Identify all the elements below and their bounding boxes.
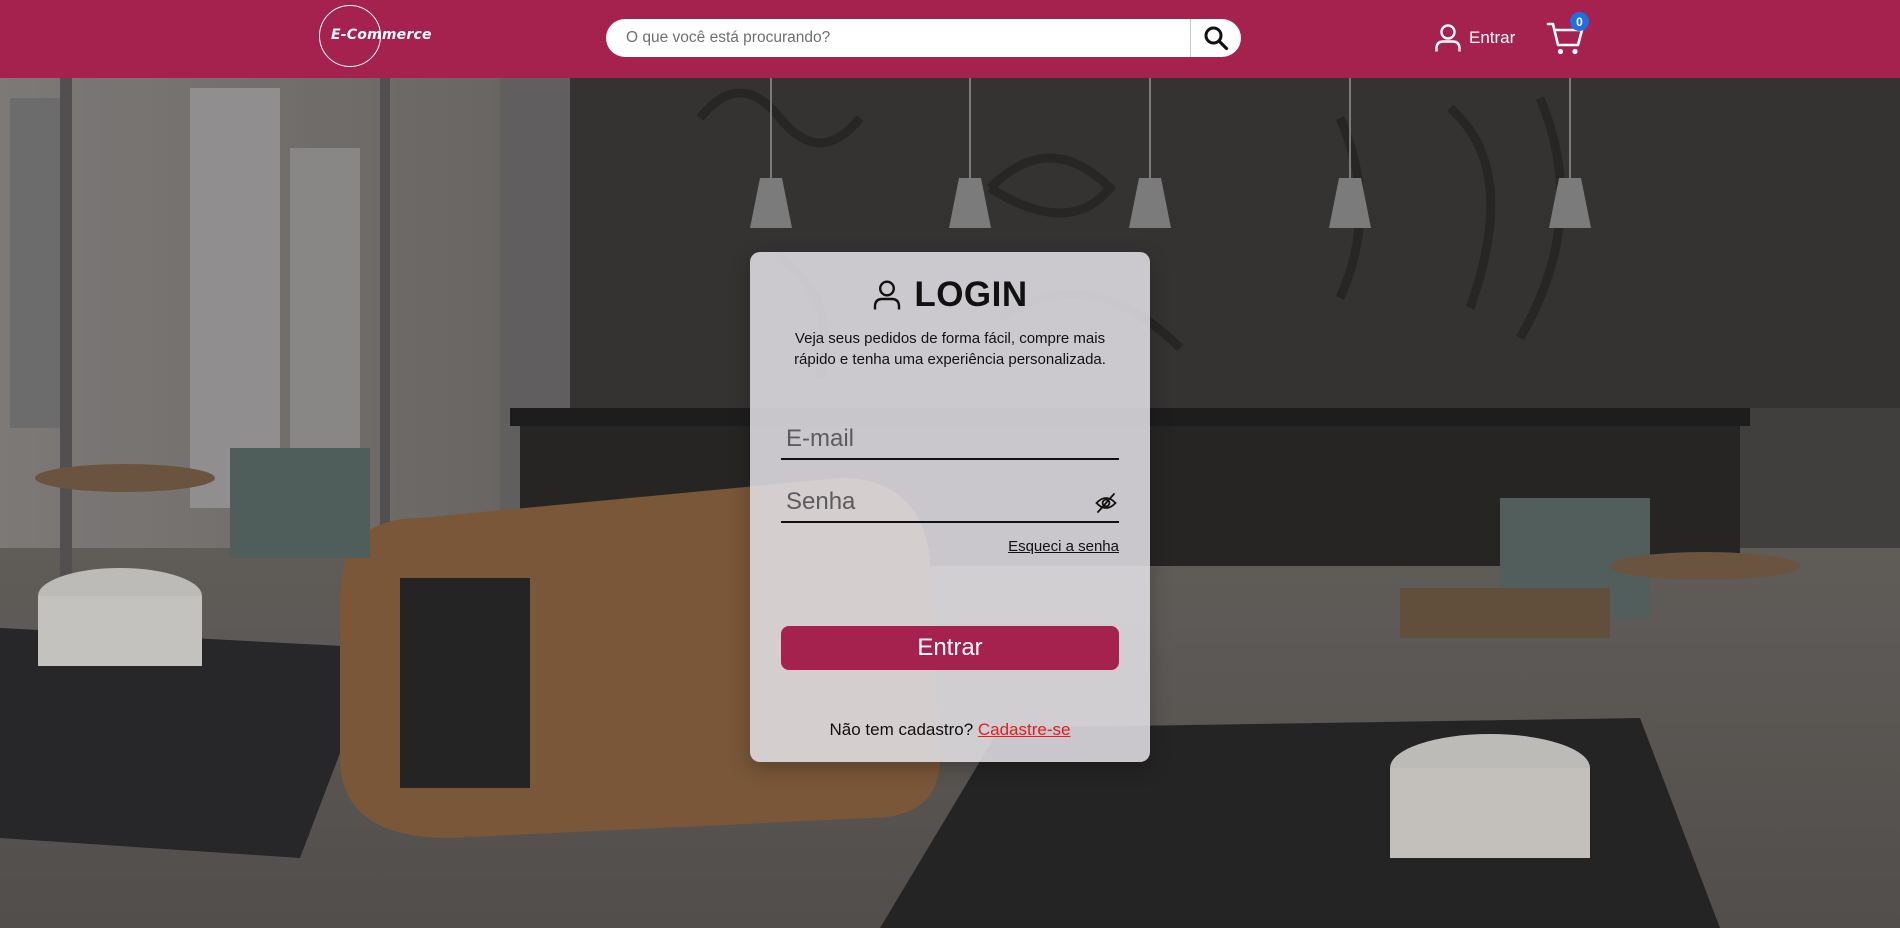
password-input[interactable] <box>781 483 1119 521</box>
login-subtitle: Veja seus pedidos de forma fácil, compre… <box>770 328 1130 370</box>
forgot-password-link[interactable]: Esqueci a senha <box>1008 538 1119 555</box>
login-subtitle-line1: Veja seus pedidos de forma fácil, compre… <box>794 330 1106 347</box>
logo-text: E-Commerce <box>331 27 432 43</box>
search-button[interactable] <box>1190 19 1241 57</box>
user-icon <box>874 280 901 310</box>
top-header: E-Commerce Entrar 0 <box>0 0 1900 78</box>
login-submit-button[interactable]: Entrar <box>781 626 1119 670</box>
header-login-link[interactable]: Entrar <box>1434 20 1515 56</box>
search-icon <box>1204 26 1229 51</box>
cart-count-badge: 0 <box>1570 12 1589 31</box>
signup-prompt: Não tem cadastro? <box>829 720 978 739</box>
user-icon <box>1435 24 1461 52</box>
header-login-label: Entrar <box>1469 28 1516 47</box>
login-card: LOGIN Veja seus pedidos de forma fácil, … <box>750 252 1150 762</box>
search-input[interactable] <box>606 19 1190 57</box>
signup-link[interactable]: Cadastre-se <box>978 720 1071 739</box>
search-bar <box>606 19 1241 57</box>
email-input[interactable] <box>781 420 1119 458</box>
signup-row: Não tem cadastro? Cadastre-se <box>750 720 1150 740</box>
login-subtitle-line2: rápido e tenha uma experiência personali… <box>794 351 1106 368</box>
eye-off-icon[interactable] <box>1095 492 1117 514</box>
login-title: LOGIN <box>750 274 1150 316</box>
password-field <box>781 483 1119 523</box>
email-field <box>781 420 1119 460</box>
login-title-text: LOGIN <box>914 275 1028 314</box>
